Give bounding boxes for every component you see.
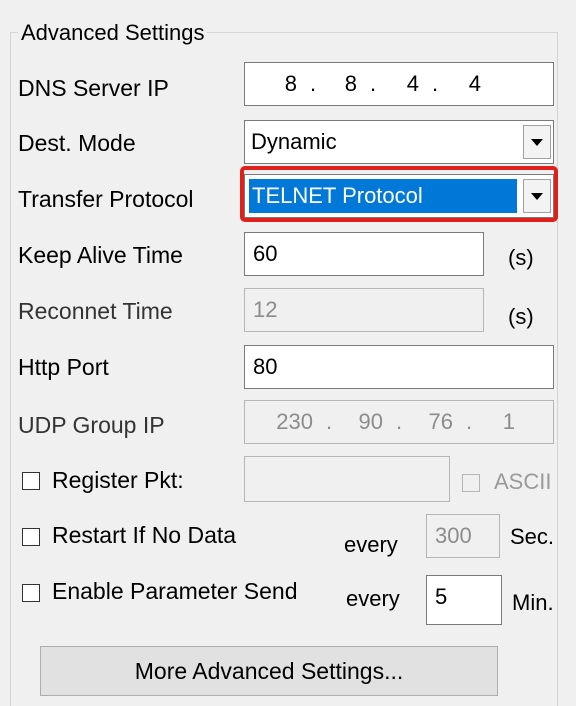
ip-dot: .: [309, 71, 317, 96]
chevron-down-icon: [531, 138, 543, 146]
highlight-box: [240, 166, 558, 222]
udp-octet-2[interactable]: 90: [345, 401, 383, 443]
param-send-interval-input[interactable]: 5: [426, 575, 502, 625]
keep-alive-input[interactable]: 60: [244, 232, 484, 276]
transfer-protocol-label: Transfer Protocol: [18, 186, 194, 212]
ascii-label: ASCII: [494, 469, 552, 494]
dest-mode-dropdown-arrow[interactable]: [523, 125, 551, 159]
ip-dot: .: [431, 71, 439, 96]
udp-octet-4[interactable]: 1: [485, 401, 515, 443]
dns-ip-input[interactable]: 8 . 8 . 4 . 4: [244, 62, 554, 106]
ip-dot: .: [325, 409, 333, 434]
keep-alive-label: Keep Alive Time: [18, 242, 183, 268]
dns-octet-2[interactable]: 8: [329, 63, 357, 105]
register-pkt-label: Register Pkt:: [52, 467, 184, 493]
udp-group-ip-input[interactable]: 230 . 90 . 76 . 1: [244, 400, 554, 444]
dns-label: DNS Server IP: [18, 75, 169, 101]
register-pkt-checkbox[interactable]: [22, 472, 40, 490]
dest-mode-label: Dest. Mode: [18, 130, 136, 156]
dest-mode-select[interactable]: Dynamic: [244, 120, 554, 164]
ip-dot: .: [395, 409, 403, 434]
restart-unit: Sec.: [510, 524, 555, 549]
more-advanced-settings-button[interactable]: More Advanced Settings...: [40, 646, 498, 696]
reconnect-label: Reconnet Time: [18, 298, 173, 324]
udp-octet-3[interactable]: 76: [415, 401, 453, 443]
restart-checkbox[interactable]: [22, 528, 40, 546]
param-send-unit: Min.: [512, 590, 554, 615]
http-port-input[interactable]: 80: [244, 345, 554, 389]
dest-mode-value: Dynamic: [251, 129, 337, 154]
ip-dot: .: [465, 409, 473, 434]
param-send-label: Enable Parameter Send: [52, 578, 298, 604]
param-send-every: every: [346, 586, 400, 611]
group-title: Advanced Settings: [18, 18, 208, 48]
reconnect-unit: (s): [508, 304, 534, 329]
http-port-label: Http Port: [18, 354, 109, 380]
dns-octet-3[interactable]: 4: [389, 63, 419, 105]
restart-interval-input[interactable]: 300: [426, 514, 500, 558]
reconnect-input[interactable]: 12: [244, 288, 484, 332]
param-send-checkbox[interactable]: [22, 584, 40, 602]
keep-alive-unit: (s): [508, 245, 534, 270]
register-pkt-input[interactable]: [244, 456, 450, 502]
restart-label: Restart If No Data: [52, 522, 237, 548]
ascii-checkbox[interactable]: [462, 474, 480, 492]
udp-octet-1[interactable]: 230: [245, 401, 313, 443]
restart-every: every: [344, 532, 398, 557]
dns-octet-1[interactable]: 8: [245, 63, 297, 105]
udp-group-label: UDP Group IP: [18, 412, 165, 438]
ip-dot: .: [369, 71, 377, 96]
dns-octet-4[interactable]: 4: [451, 63, 481, 105]
